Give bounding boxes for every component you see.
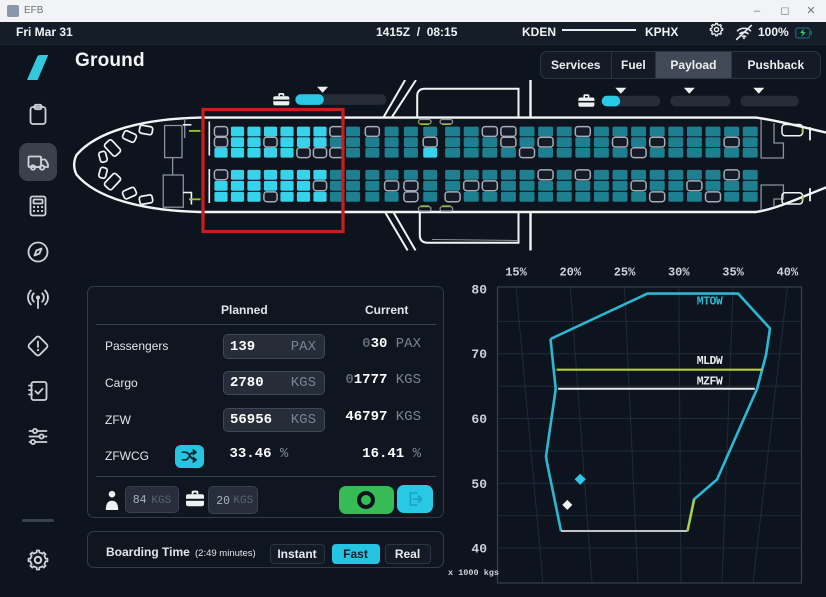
svg-text:35%: 35% xyxy=(722,266,744,280)
svg-text:40%: 40% xyxy=(777,266,799,280)
svg-text:MZFW: MZFW xyxy=(697,375,723,388)
svg-text:25%: 25% xyxy=(614,266,636,280)
svg-text:20%: 20% xyxy=(559,266,581,280)
svg-text:50: 50 xyxy=(471,477,487,492)
svg-text:30%: 30% xyxy=(668,266,690,280)
svg-text:15%: 15% xyxy=(505,266,527,280)
svg-text:70: 70 xyxy=(471,347,487,362)
svg-text:MTOW: MTOW xyxy=(697,295,723,308)
svg-text:60: 60 xyxy=(471,412,487,427)
svg-text:x 1000 kgs: x 1000 kgs xyxy=(448,568,499,578)
svg-text:40: 40 xyxy=(471,542,487,557)
svg-text:80: 80 xyxy=(471,283,487,298)
svg-text:MLDW: MLDW xyxy=(697,355,723,368)
